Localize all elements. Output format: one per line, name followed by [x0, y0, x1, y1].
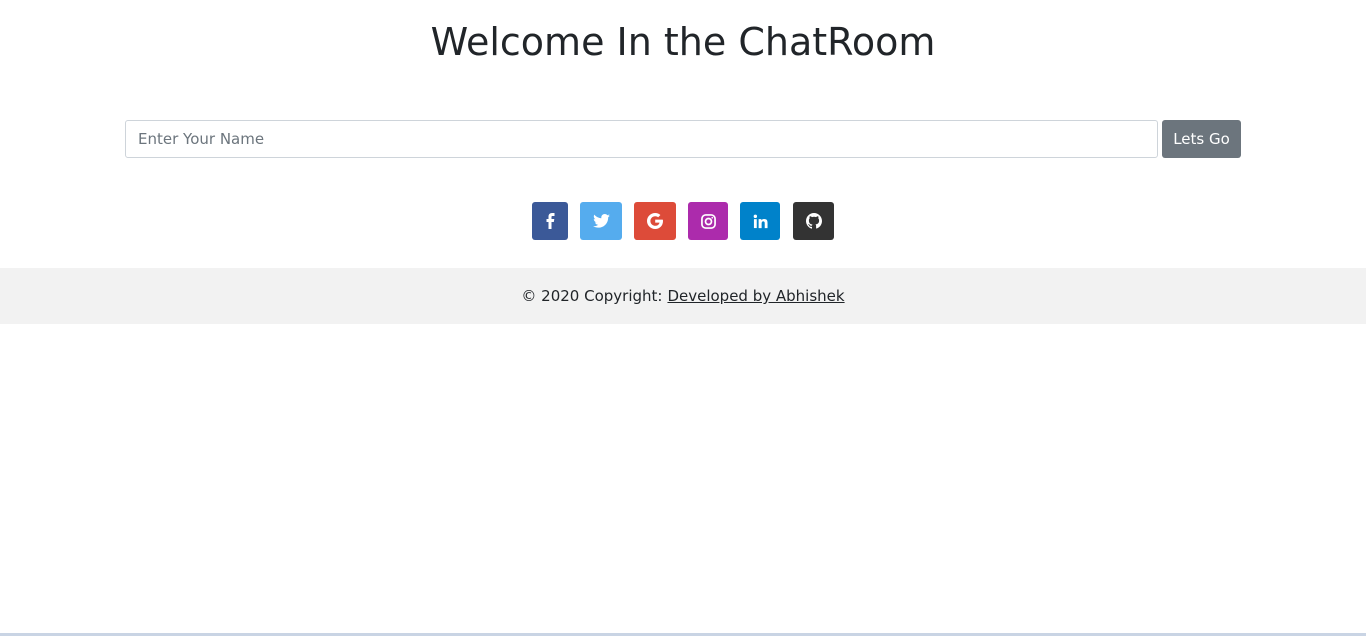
page: Welcome In the ChatRoom Lets Go — [0, 0, 1366, 636]
copyright-text: © 2020 Copyright: — [521, 287, 663, 305]
footer: © 2020 Copyright: Developed by Abhishek — [0, 268, 1366, 324]
lets-go-button[interactable]: Lets Go — [1162, 120, 1241, 158]
developer-link[interactable]: Developed by Abhishek — [667, 287, 844, 305]
twitter-button[interactable] — [580, 202, 622, 240]
linkedin-icon — [753, 214, 768, 228]
instagram-icon — [700, 213, 716, 229]
social-links — [0, 202, 1366, 240]
linkedin-button[interactable] — [740, 202, 780, 240]
page-title: Welcome In the ChatRoom — [430, 20, 936, 64]
instagram-button[interactable] — [688, 202, 728, 240]
name-form: Lets Go — [125, 120, 1241, 158]
facebook-icon — [546, 213, 555, 229]
github-button[interactable] — [793, 202, 834, 240]
twitter-icon — [592, 214, 610, 228]
google-button[interactable] — [634, 202, 676, 240]
google-icon — [647, 213, 663, 229]
github-icon — [805, 213, 822, 229]
facebook-button[interactable] — [532, 202, 568, 240]
name-input[interactable] — [125, 120, 1158, 158]
